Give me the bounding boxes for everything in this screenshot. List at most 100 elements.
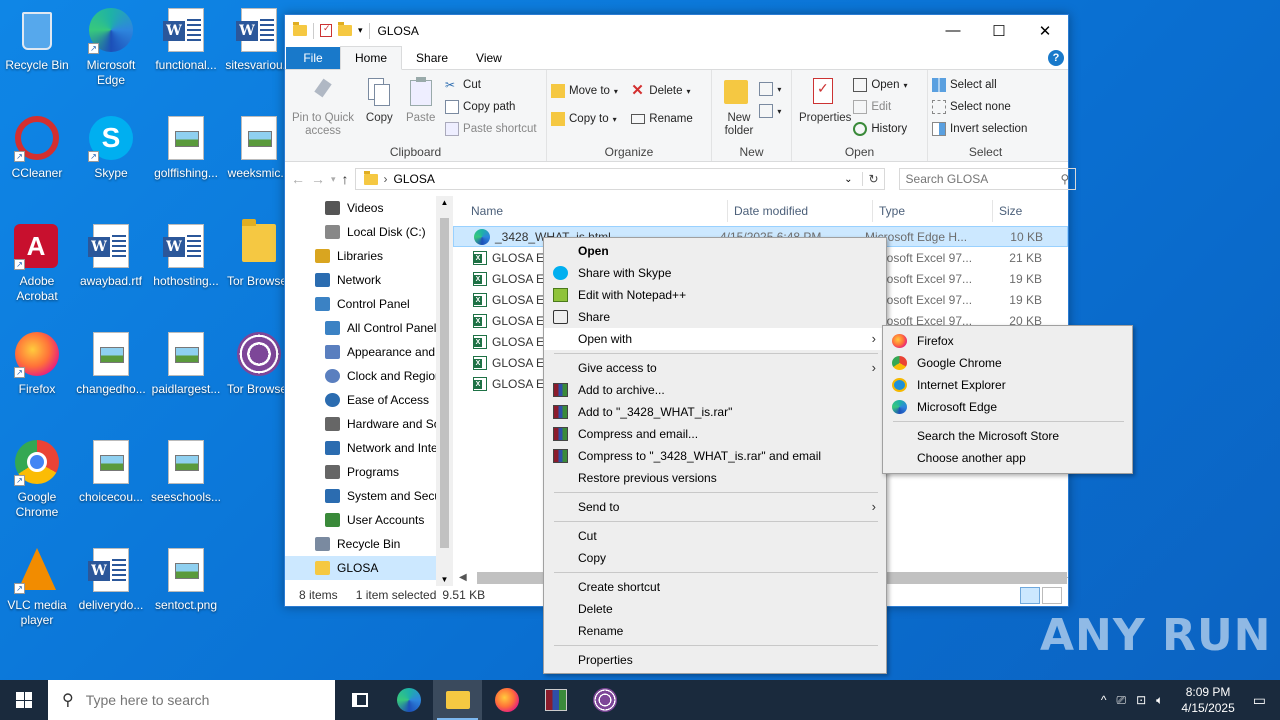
menu-item-restore-previous-versions[interactable]: Restore previous versions — [544, 467, 886, 489]
desktop-icon-paidlargest[interactable]: paidlargest... — [149, 332, 223, 397]
nav-item-appearance[interactable]: Appearance and Personalization — [285, 340, 436, 364]
copy-path-button[interactable]: Copy path — [445, 96, 537, 118]
menu-item-cut[interactable]: Cut — [544, 525, 886, 547]
copy-button[interactable]: Copy — [360, 74, 398, 125]
nav-item-system-security[interactable]: System and Security — [285, 484, 436, 508]
desktop-icon-recycle-bin[interactable]: Recycle Bin — [0, 8, 74, 73]
nav-item-clock-region[interactable]: Clock and Region — [285, 364, 436, 388]
desktop-icon-sentoct[interactable]: sentoct.png — [149, 548, 223, 613]
nav-item-ease-of-access[interactable]: Ease of Access — [285, 388, 436, 412]
desktop-icon-functional[interactable]: W functional... — [149, 8, 223, 73]
customize-quick-access-chevron-icon[interactable]: ▾ — [358, 25, 363, 36]
nav-item-local-disk[interactable]: Local Disk (C:) — [285, 220, 436, 244]
nav-item-recycle-bin[interactable]: Recycle Bin — [285, 532, 436, 556]
menu-item-compress-to-rar-and-email[interactable]: Compress to "_3428_WHAT_is.rar" and emai… — [544, 445, 886, 467]
paste-shortcut-button[interactable]: Paste shortcut — [445, 118, 537, 140]
nav-item-network[interactable]: Network — [285, 268, 436, 292]
menu-item-create-shortcut[interactable]: Create shortcut — [544, 576, 886, 598]
invert-selection-button[interactable]: Invert selection — [932, 118, 1039, 140]
clock[interactable]: 8:09 PM 4/15/2025 — [1181, 684, 1234, 716]
taskbar-tor-browser[interactable] — [580, 680, 629, 720]
history-button[interactable]: History — [853, 118, 907, 140]
column-type[interactable]: Type — [873, 200, 993, 222]
desktop-icon-seeschools[interactable]: seeschools... — [149, 440, 223, 505]
desktop-icon-deliverydo[interactable]: W deliverydo... — [74, 548, 148, 613]
desktop-icon-awaybad[interactable]: W awaybad.rtf — [74, 224, 148, 289]
rename-button[interactable]: Rename — [631, 108, 693, 130]
taskbar-winrar[interactable] — [531, 680, 580, 720]
device-icon[interactable]: ⎚ — [1117, 693, 1127, 708]
menu-item-compress-and-email[interactable]: Compress and email... — [544, 423, 886, 445]
desktop-icon-ccleaner[interactable]: ↗ CCleaner — [0, 116, 74, 181]
minimize-button[interactable]: — — [930, 15, 976, 46]
network-icon[interactable]: ⊡ — [1136, 693, 1146, 707]
select-all-button[interactable]: Select all — [932, 74, 1039, 96]
recent-locations-chevron-icon[interactable]: ▾ — [331, 174, 336, 185]
notifications-icon[interactable]: ▭ — [1253, 692, 1266, 709]
open-with-google-chrome[interactable]: Google Chrome — [883, 352, 1132, 374]
scroll-up-icon[interactable]: ▲ — [440, 198, 448, 207]
help-button[interactable]: ? — [1048, 49, 1064, 66]
open-with-microsoft-edge[interactable]: Microsoft Edge — [883, 396, 1132, 418]
taskbar-search[interactable]: ⚲ — [48, 680, 335, 720]
scroll-left-icon[interactable]: ◀ — [459, 572, 467, 583]
task-view-button[interactable] — [335, 680, 384, 720]
new-item-button[interactable]: ▾ — [759, 78, 781, 100]
nav-item-glosa[interactable]: GLOSA — [285, 556, 437, 580]
move-to-button[interactable]: Move to ▾ — [551, 80, 618, 102]
paste-button[interactable]: Paste — [402, 74, 440, 125]
desktop-icon-golffishing[interactable]: golffishing... — [149, 116, 223, 181]
tab-file[interactable]: File — [286, 47, 340, 69]
copy-to-button[interactable]: Copy to ▾ — [551, 108, 618, 130]
open-button[interactable]: Open ▾ — [853, 74, 908, 96]
start-button[interactable] — [0, 680, 48, 720]
menu-item-share-with-skype[interactable]: Share with Skype — [544, 262, 886, 284]
search-microsoft-store[interactable]: Search the Microsoft Store — [883, 425, 1132, 447]
desktop-icon-hothosting[interactable]: W hothosting... — [149, 224, 223, 289]
nav-item-hardware-sound[interactable]: Hardware and Sound — [285, 412, 436, 436]
maximize-button[interactable]: ☐ — [976, 15, 1022, 46]
properties-button[interactable]: ✓ Properties — [796, 74, 851, 125]
select-none-button[interactable]: Select none — [932, 96, 1039, 118]
properties-quick-icon[interactable]: ✓ — [320, 23, 332, 37]
tab-view[interactable]: View — [462, 47, 516, 69]
new-folder-quick-icon[interactable] — [338, 22, 352, 36]
scroll-down-icon[interactable]: ▼ — [440, 575, 448, 584]
nav-item-user-accounts[interactable]: User Accounts — [285, 508, 436, 532]
nav-item-videos[interactable]: Videos — [285, 196, 436, 220]
refresh-icon[interactable]: ↻ — [862, 172, 883, 186]
taskbar-edge[interactable] — [384, 680, 433, 720]
menu-item-give-access-to[interactable]: Give access to › — [544, 357, 886, 379]
menu-item-share[interactable]: Share — [544, 306, 886, 328]
column-date-modified[interactable]: Date modified — [728, 200, 873, 222]
desktop-icon-adobe-acrobat[interactable]: A ↗ Adobe Acrobat — [0, 224, 74, 304]
desktop-icon-vlc[interactable]: ↗ VLC media player — [0, 548, 74, 628]
pin-to-quick-access-button[interactable]: Pin to Quick access — [289, 74, 357, 138]
details-view-icon[interactable] — [1020, 586, 1040, 604]
nav-item-network-internet[interactable]: Network and Internet — [285, 436, 436, 460]
volume-icon[interactable]: 🔈︎ — [1156, 693, 1163, 708]
search-input[interactable] — [905, 172, 1061, 186]
menu-item-copy[interactable]: Copy — [544, 547, 886, 569]
back-arrow-icon[interactable]: ← — [291, 171, 305, 187]
taskbar-file-explorer[interactable] — [433, 680, 482, 720]
menu-item-open-with[interactable]: Open with › — [544, 328, 886, 350]
menu-item-open[interactable]: Open — [544, 240, 886, 262]
choose-another-app[interactable]: Choose another app — [883, 447, 1132, 469]
breadcrumb-current[interactable]: GLOSA — [394, 172, 435, 186]
desktop-icon-changedho[interactable]: changedho... — [74, 332, 148, 397]
desktop-icon-microsoft-edge[interactable]: ↗ Microsoft Edge — [74, 8, 148, 88]
address-bar[interactable]: › GLOSA ⌄ ↻ — [354, 168, 885, 190]
menu-item-edit-with-notepadpp[interactable]: Edit with Notepad++ — [544, 284, 886, 306]
menu-item-properties[interactable]: Properties — [544, 649, 886, 671]
address-dropdown-chevron-icon[interactable]: ⌄ — [844, 174, 856, 185]
desktop-icon-skype[interactable]: S ↗ Skype — [74, 116, 148, 181]
tab-share[interactable]: Share — [402, 47, 462, 69]
menu-item-send-to[interactable]: Send to › — [544, 496, 886, 518]
menu-item-delete[interactable]: Delete — [544, 598, 886, 620]
desktop-icon-google-chrome[interactable]: ↗ Google Chrome — [0, 440, 74, 520]
easy-access-button[interactable]: ▾ — [759, 100, 781, 122]
nav-scrollbar-thumb[interactable] — [440, 218, 449, 548]
up-arrow-icon[interactable]: ↑ — [342, 171, 349, 187]
tab-home[interactable]: Home — [340, 46, 403, 70]
